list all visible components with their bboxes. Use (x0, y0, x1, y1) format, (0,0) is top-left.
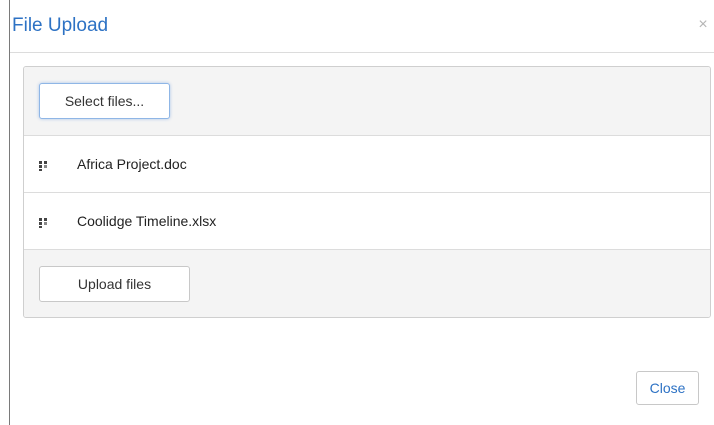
file-upload-dialog: File Upload × Select files... Africa Pro… (0, 0, 714, 425)
file-name: Coolidge Timeline.xlsx (77, 213, 217, 229)
upload-panel: Select files... Africa Project.doc Cooli… (23, 66, 711, 318)
dialog-header: File Upload × (10, 0, 714, 53)
file-status-icon (39, 215, 49, 228)
dialog-left-border (9, 0, 10, 425)
dialog-title: File Upload (12, 15, 109, 36)
file-status-icon (39, 158, 49, 171)
select-files-button[interactable]: Select files... (39, 83, 170, 119)
file-list-item: Africa Project.doc (24, 136, 710, 193)
upload-toolbar: Select files... (24, 67, 710, 136)
close-icon[interactable]: × (695, 17, 711, 33)
file-name: Africa Project.doc (77, 156, 187, 172)
close-button[interactable]: Close (636, 371, 699, 405)
file-list-item: Coolidge Timeline.xlsx (24, 193, 710, 250)
upload-files-button[interactable]: Upload files (39, 266, 190, 302)
